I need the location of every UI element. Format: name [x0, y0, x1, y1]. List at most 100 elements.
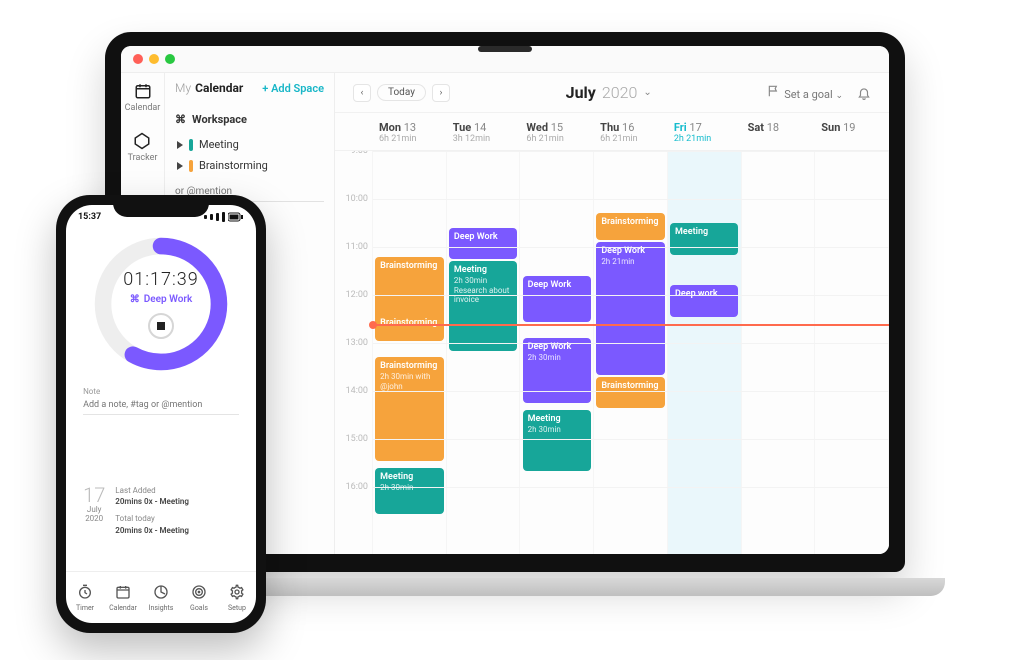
sidebar-item[interactable]: Meeting	[175, 134, 324, 155]
calendar-event[interactable]: Meeting2h 30min	[375, 468, 443, 514]
close-window-icon[interactable]	[133, 54, 143, 64]
day-column[interactable]: Brainstorming Brainstorming Brainstorming2…	[373, 151, 447, 554]
day-subtotal: 6h 21min	[526, 134, 588, 144]
time-gutter: 9:0010:0011:0012:0013:0014:0015:0016:00	[335, 151, 373, 554]
calendar-event[interactable]: Brainstorming2h 30min with @john	[375, 357, 443, 461]
bell-icon[interactable]	[857, 86, 871, 100]
event-title: Meeting	[528, 414, 586, 425]
hour-label: 15:00	[335, 434, 372, 482]
calendar-event[interactable]: Brainstorming	[375, 257, 443, 322]
hour-line	[373, 391, 889, 392]
calendar-event[interactable]: Brainstorming	[596, 213, 664, 240]
calendar-event[interactable]: Deep Work2h 30min	[523, 338, 591, 403]
hour-line	[373, 295, 889, 296]
day-label: Fri 17	[674, 121, 736, 134]
calendar-event[interactable]: Deep Work	[523, 276, 591, 322]
next-week-button[interactable]: ›	[432, 84, 450, 102]
signal-bar-icon	[204, 215, 207, 219]
day-column[interactable]: Deep WorkMeeting2h 30min Research about …	[447, 151, 521, 554]
calendar-icon	[133, 81, 153, 101]
hour-line	[373, 247, 889, 248]
phone-screen: 15:37 01:17:39 ⌘ Deep Work	[66, 205, 256, 623]
month-name: July	[566, 83, 596, 102]
day-column[interactable]: Deep WorkDeep Work2h 30minMeeting2h 30mi…	[520, 151, 594, 554]
maximize-window-icon[interactable]	[165, 54, 175, 64]
stop-button[interactable]	[148, 313, 174, 339]
calendar-event[interactable]: Deep work	[670, 285, 738, 317]
day-header[interactable]: Mon 136h 21min	[373, 113, 447, 150]
timer-task[interactable]: ⌘ Deep Work	[130, 294, 193, 305]
day-column[interactable]	[742, 151, 816, 554]
note-input[interactable]	[83, 396, 239, 415]
day-header[interactable]: Sat 18	[742, 113, 816, 150]
event-title: Meeting	[675, 227, 733, 238]
task-icon: ⌘	[130, 294, 140, 305]
topbar-actions: Set a goal ⌄	[767, 84, 871, 101]
calendar-event[interactable]: Brainstorming	[596, 377, 664, 409]
play-icon	[177, 141, 183, 149]
today-button[interactable]: Today	[377, 84, 426, 101]
set-goal-button[interactable]: Set a goal ⌄	[767, 84, 843, 101]
event-title: Meeting	[380, 472, 438, 483]
event-title: Brainstorming	[380, 261, 438, 272]
event-subtitle: 2h 30min	[528, 353, 586, 363]
sidebar-title-main: Calendar	[195, 81, 243, 95]
day-label: Thu 16	[600, 121, 662, 134]
calendar-event[interactable]: Meeting	[670, 223, 738, 255]
calendar-event[interactable]: Deep Work2h 21min	[596, 242, 664, 374]
calendar-event[interactable]: Brainstorming	[375, 314, 443, 341]
hour-label: 16:00	[335, 482, 372, 530]
day-header[interactable]: Fri 172h 21min	[668, 113, 742, 150]
day-column[interactable]: Meeting Deep work	[668, 151, 742, 554]
add-space-button[interactable]: + Add Space	[262, 82, 324, 95]
day-label: Mon 13	[379, 121, 441, 134]
day-header[interactable]: Thu 166h 21min	[594, 113, 668, 150]
rail-label: Tracker	[128, 153, 158, 163]
date-box: 17 July 2020	[83, 485, 105, 523]
date-day: 17	[83, 485, 105, 505]
phone-notch	[113, 195, 209, 217]
tab-label: Calendar	[109, 604, 137, 612]
calendar-event[interactable]: Meeting2h 30min	[523, 410, 591, 470]
day-column[interactable]	[815, 151, 889, 554]
tab-goals[interactable]: Goals	[180, 572, 218, 623]
minimize-window-icon[interactable]	[149, 54, 159, 64]
now-indicator	[373, 324, 889, 326]
calendar-event[interactable]: Deep Work	[449, 228, 517, 260]
month-picker-button[interactable]: ⌄	[643, 87, 651, 98]
status-time: 15:37	[78, 212, 101, 222]
day-header[interactable]: Sun 19	[815, 113, 889, 150]
day-header[interactable]: Wed 156h 21min	[520, 113, 594, 150]
day-header[interactable]: Tue 143h 12min	[447, 113, 521, 150]
sidebar-item[interactable]: Brainstorming	[175, 155, 324, 176]
setup-icon	[229, 584, 245, 602]
last-added-label: Last Added	[115, 485, 189, 496]
phone-tabbar: Timer Calendar Insights Goals Setup	[66, 571, 256, 623]
sidebar-workspace-header[interactable]: ⌘ Workspace	[175, 107, 324, 128]
play-icon	[177, 162, 183, 170]
tab-label: Insights	[149, 604, 174, 612]
tab-setup[interactable]: Setup	[218, 572, 256, 623]
day-column[interactable]: BrainstormingDeep Work2h 21minBrainstorm…	[594, 151, 668, 554]
calendar-grid[interactable]: 9:0010:0011:0012:0013:0014:0015:0016:00 …	[335, 151, 889, 554]
calendar-event[interactable]: Meeting2h 30min Research about invoice	[449, 261, 517, 350]
date-info: Last Added 20mins 0x - Meeting Total tod…	[115, 485, 189, 536]
hour-label: 12:00	[335, 290, 372, 338]
rail-item-calendar[interactable]: Calendar	[125, 81, 161, 113]
hour-line	[373, 199, 889, 200]
prev-week-button[interactable]: ‹	[353, 84, 371, 102]
note-block: Note	[83, 387, 239, 415]
tab-insights[interactable]: Insights	[142, 572, 180, 623]
day-label: Wed 15	[526, 121, 588, 134]
last-added-value: 20mins 0x - Meeting	[115, 496, 189, 507]
chevron-down-icon: ⌄	[835, 91, 843, 101]
tab-label: Setup	[228, 604, 246, 612]
day-label: Sat 18	[748, 121, 810, 134]
tab-calendar[interactable]: Calendar	[104, 572, 142, 623]
event-subtitle: 2h 30min with @john	[380, 372, 438, 391]
date-year: 2020	[83, 514, 105, 523]
tab-timer[interactable]: Timer	[66, 572, 104, 623]
day-subtotal: 2h 21min	[674, 134, 736, 144]
timer-panel: 01:17:39 ⌘ Deep Work Note 17 July 2020	[66, 229, 256, 571]
rail-item-tracker[interactable]: Tracker	[128, 131, 158, 163]
